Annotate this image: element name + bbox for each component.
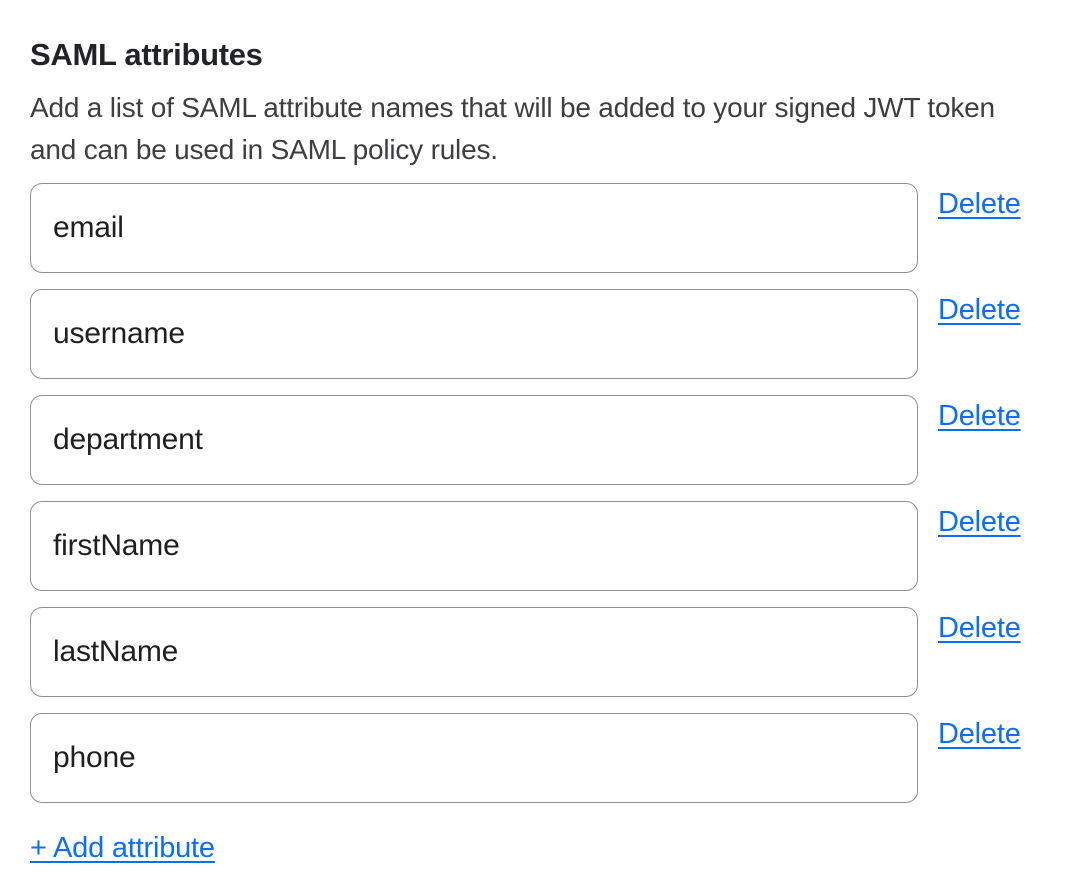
saml-attributes-section: SAML attributes Add a list of SAML attri… [0,0,1066,866]
attribute-row: Delete [30,289,1036,379]
attribute-row: Delete [30,501,1036,591]
delete-attribute-link[interactable]: Delete [938,505,1021,540]
add-attribute-link[interactable]: + Add attribute [30,831,215,866]
section-description: Add a list of SAML attribute names that … [30,87,1036,171]
attribute-row: Delete [30,183,1036,273]
attribute-row: Delete [30,395,1036,485]
attribute-name-input[interactable] [30,289,918,379]
delete-attribute-link[interactable]: Delete [938,293,1021,328]
attribute-name-input[interactable] [30,501,918,591]
attribute-name-input[interactable] [30,183,918,273]
attribute-row: Delete [30,607,1036,697]
section-description-line-1: Add a list of SAML attribute names that … [30,87,1036,129]
delete-attribute-link[interactable]: Delete [938,187,1021,222]
section-title: SAML attributes [30,36,1036,73]
delete-attribute-link[interactable]: Delete [938,399,1021,434]
attribute-name-input[interactable] [30,607,918,697]
attribute-name-input[interactable] [30,395,918,485]
attribute-list: Delete Delete Delete Delete Delete Delet… [30,183,1036,803]
section-description-line-2: and can be used in SAML policy rules. [30,129,1036,171]
attribute-name-input[interactable] [30,713,918,803]
attribute-row: Delete [30,713,1036,803]
delete-attribute-link[interactable]: Delete [938,717,1021,752]
delete-attribute-link[interactable]: Delete [938,611,1021,646]
